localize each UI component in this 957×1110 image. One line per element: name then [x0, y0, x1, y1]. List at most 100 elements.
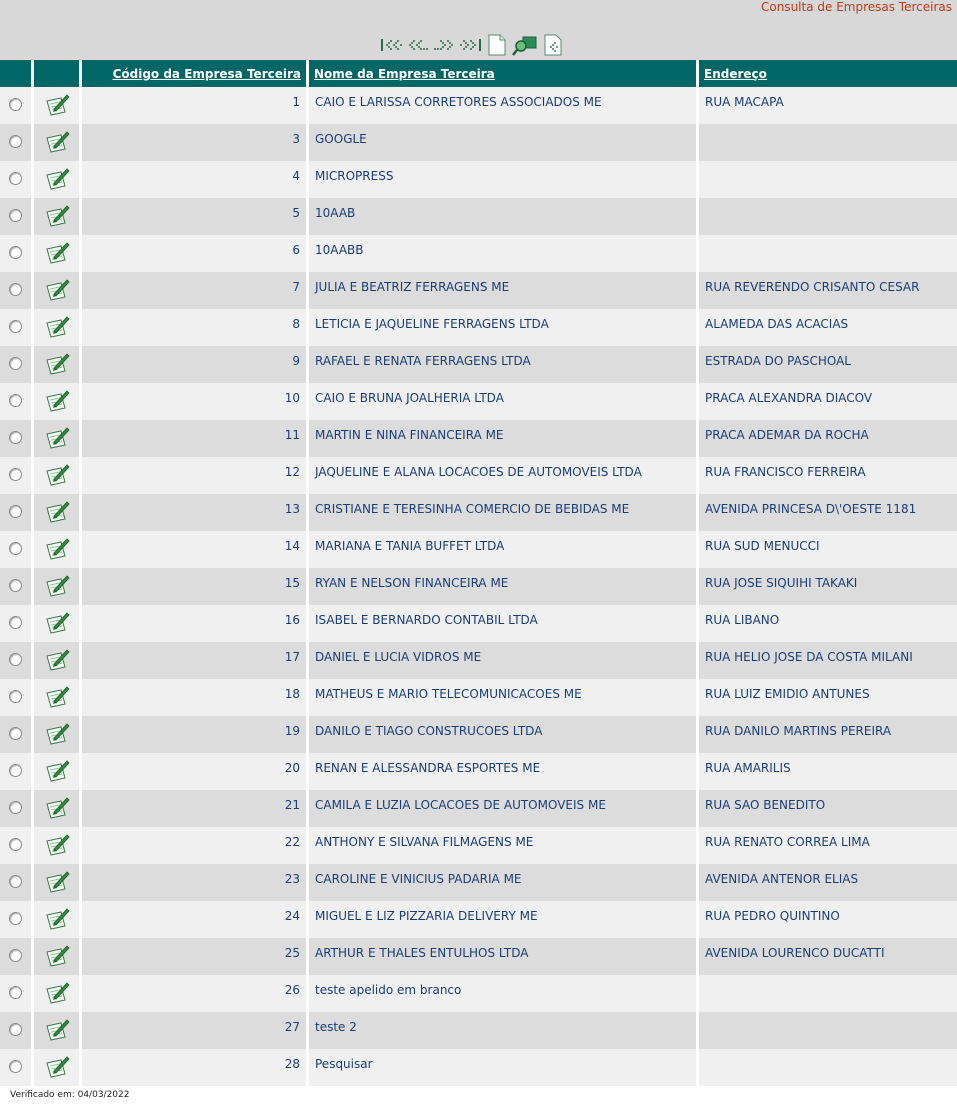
nome-cell: DANIEL E LUCIA VIDROS ME	[309, 642, 699, 679]
edit-icon[interactable]	[44, 463, 70, 490]
select-radio[interactable]	[9, 615, 22, 629]
edit-icon[interactable]	[44, 759, 70, 786]
select-radio[interactable]	[9, 874, 22, 888]
codigo-cell: 4	[82, 161, 309, 198]
select-radio[interactable]	[9, 726, 22, 740]
header-endereco[interactable]: Endereço	[699, 60, 957, 87]
search-icon[interactable]	[512, 33, 538, 57]
edit-icon[interactable]	[44, 352, 70, 379]
edit-icon[interactable]	[44, 981, 70, 1008]
previous-page-icon[interactable]	[406, 34, 430, 56]
select-radio[interactable]	[9, 837, 22, 851]
select-cell	[0, 124, 34, 161]
sort-by-nome-link[interactable]: Nome da Empresa Terceira	[314, 67, 495, 81]
codigo-cell: 8	[82, 309, 309, 346]
edit-icon[interactable]	[44, 1018, 70, 1045]
select-radio[interactable]	[9, 689, 22, 703]
nome-cell: CAMILA E LUZIA LOCACOES DE AUTOMOVEIS ME	[309, 790, 699, 827]
last-page-icon[interactable]	[458, 34, 482, 56]
endereco-cell: RUA JOSE SIQUIHI TAKAKI	[699, 568, 957, 605]
endereco-cell: AVENIDA ANTENOR ELIAS	[699, 864, 957, 901]
select-cell	[0, 568, 34, 605]
edit-icon[interactable]	[44, 426, 70, 453]
select-radio[interactable]	[9, 282, 22, 296]
select-radio[interactable]	[9, 134, 22, 148]
endereco-cell	[699, 124, 957, 161]
select-radio[interactable]	[9, 208, 22, 222]
edit-icon[interactable]	[44, 574, 70, 601]
select-radio[interactable]	[9, 763, 22, 777]
table-row: 16 ISABEL E BERNARDO CONTABIL LTDA RUA LIB…	[0, 605, 957, 642]
select-radio[interactable]	[9, 356, 22, 370]
select-radio[interactable]	[9, 800, 22, 814]
edit-cell	[34, 901, 82, 938]
select-radio[interactable]	[9, 393, 22, 407]
sort-by-endereco-link[interactable]: Endereço	[704, 67, 767, 81]
edit-cell	[34, 753, 82, 790]
edit-icon[interactable]	[44, 315, 70, 342]
edit-icon[interactable]	[44, 944, 70, 971]
select-radio[interactable]	[9, 171, 22, 185]
table-row: 18 MATHEUS E MARIO TELECOMUNICACOES ME RUA…	[0, 679, 957, 716]
edit-icon[interactable]	[44, 167, 70, 194]
edit-icon[interactable]	[44, 500, 70, 527]
select-radio[interactable]	[9, 1059, 22, 1073]
select-radio[interactable]	[9, 578, 22, 592]
header-codigo[interactable]: Código da Empresa Terceira	[82, 60, 309, 87]
select-radio[interactable]	[9, 985, 22, 999]
select-radio[interactable]	[9, 319, 22, 333]
select-radio[interactable]	[9, 948, 22, 962]
edit-icon[interactable]	[44, 870, 70, 897]
edit-icon[interactable]	[44, 204, 70, 231]
table-row: 24 MIGUEL E LIZ PIZZARIA DELIVERY ME RUA P…	[0, 901, 957, 938]
edit-icon[interactable]	[44, 130, 70, 157]
edit-icon[interactable]	[44, 796, 70, 823]
table-row: 21 CAMILA E LUZIA LOCACOES DE AUTOMOVEIS …	[0, 790, 957, 827]
nome-cell: DANILO E TIAGO CONSTRUCOES LTDA	[309, 716, 699, 753]
select-radio[interactable]	[9, 467, 22, 481]
nome-cell: JULIA E BEATRIZ FERRAGENS ME	[309, 272, 699, 309]
next-page-icon[interactable]	[432, 34, 456, 56]
codigo-cell: 22	[82, 827, 309, 864]
edit-icon[interactable]	[44, 833, 70, 860]
select-radio[interactable]	[9, 504, 22, 518]
nome-cell: GOOGLE	[309, 124, 699, 161]
edit-icon[interactable]	[44, 611, 70, 638]
select-cell	[0, 864, 34, 901]
edit-icon[interactable]	[44, 648, 70, 675]
edit-icon[interactable]	[44, 278, 70, 305]
select-radio[interactable]	[9, 652, 22, 666]
codigo-cell: 23	[82, 864, 309, 901]
companies-table: Código da Empresa Terceira Nome da Empre…	[0, 60, 957, 1086]
select-cell	[0, 457, 34, 494]
edit-icon[interactable]	[44, 907, 70, 934]
edit-icon[interactable]	[44, 722, 70, 749]
nome-cell: MARTIN E NINA FINANCEIRA ME	[309, 420, 699, 457]
edit-icon[interactable]	[44, 389, 70, 416]
edit-icon[interactable]	[44, 93, 70, 120]
edit-icon[interactable]	[44, 241, 70, 268]
select-radio[interactable]	[9, 1022, 22, 1036]
select-radio[interactable]	[9, 245, 22, 259]
table-row: 25 ARTHUR E THALES ENTULHOS LTDA AVENIDA L…	[0, 938, 957, 975]
first-page-icon[interactable]	[380, 34, 404, 56]
select-radio[interactable]	[9, 430, 22, 444]
edit-cell	[34, 605, 82, 642]
edit-icon[interactable]	[44, 537, 70, 564]
verified-date: Verificado em: 04/03/2022	[10, 1090, 130, 1100]
select-radio[interactable]	[9, 911, 22, 925]
header-nome[interactable]: Nome da Empresa Terceira	[309, 60, 699, 87]
select-radio[interactable]	[9, 541, 22, 555]
sort-by-codigo-link[interactable]: Código da Empresa Terceira	[113, 67, 301, 81]
edit-icon[interactable]	[44, 685, 70, 712]
edit-icon[interactable]	[44, 1055, 70, 1082]
select-cell	[0, 383, 34, 420]
nome-cell: RAFAEL E RENATA FERRAGENS LTDA	[309, 346, 699, 383]
endereco-cell: AVENIDA PRINCESA D\'OESTE 1181	[699, 494, 957, 531]
select-radio[interactable]	[9, 97, 22, 111]
endereco-cell	[699, 198, 957, 235]
export-icon[interactable]	[540, 33, 566, 57]
table-row: 14 MARIANA E TANIA BUFFET LTDA RUA SUD MEN…	[0, 531, 957, 568]
new-document-icon[interactable]	[484, 33, 510, 57]
nome-cell: MICROPRESS	[309, 161, 699, 198]
